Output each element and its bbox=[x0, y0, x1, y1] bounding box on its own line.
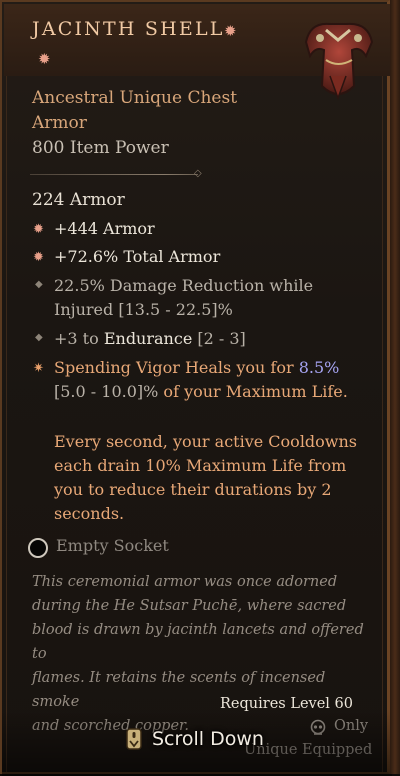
affix-armor: +444 Armor bbox=[54, 219, 155, 238]
chest-armor-icon bbox=[304, 22, 374, 101]
empty-socket-icon bbox=[28, 538, 48, 558]
unique-star-icon: ✹ bbox=[33, 222, 44, 237]
affix-damage-reduction: 22.5% Damage Reduction while Injured [13… bbox=[54, 276, 314, 319]
unique-star-icon: ✹ bbox=[224, 22, 237, 40]
scroll-down-hint[interactable]: Scroll Down bbox=[124, 724, 268, 754]
item-power: 800 Item Power bbox=[32, 138, 169, 158]
diamond-bullet-icon: ◆ bbox=[35, 332, 43, 343]
scroll-down-label: Scroll Down bbox=[152, 728, 264, 750]
socket-label: Empty Socket bbox=[56, 536, 169, 555]
item-tooltip: JACINTH SHELL ✹ ✹ Ancestral Unique Chest… bbox=[0, 0, 392, 776]
divider bbox=[30, 174, 198, 175]
unique-star-icon: ✹ bbox=[38, 50, 51, 68]
unique-equipped-icon bbox=[310, 719, 326, 735]
divider-ornament-icon: ◇ bbox=[194, 168, 202, 179]
item-name: JACINTH SHELL bbox=[32, 18, 225, 40]
unique-only-label: Only bbox=[334, 718, 369, 734]
frame-edge bbox=[390, 0, 400, 774]
affix-endurance: +3 to Endurance [2 - 3] bbox=[54, 329, 246, 348]
diamond-bullet-icon: ◆ bbox=[35, 279, 43, 290]
unique-star-icon: ✹ bbox=[33, 250, 44, 265]
armor-value: 224 Armor bbox=[32, 190, 125, 210]
unique-power: Spending Vigor Heals you for 8.5% [5.0 -… bbox=[54, 358, 358, 523]
affix-total-armor: +72.6% Total Armor bbox=[54, 247, 221, 266]
item-type: Ancestral Unique Chest Armor bbox=[32, 88, 238, 133]
flavor-text: This ceremonial armor was once adorned d… bbox=[32, 574, 364, 734]
legendary-sparkle-icon: ✷ bbox=[33, 361, 44, 376]
scroll-icon bbox=[126, 728, 142, 750]
level-requirement: Requires Level 60 bbox=[220, 696, 353, 712]
